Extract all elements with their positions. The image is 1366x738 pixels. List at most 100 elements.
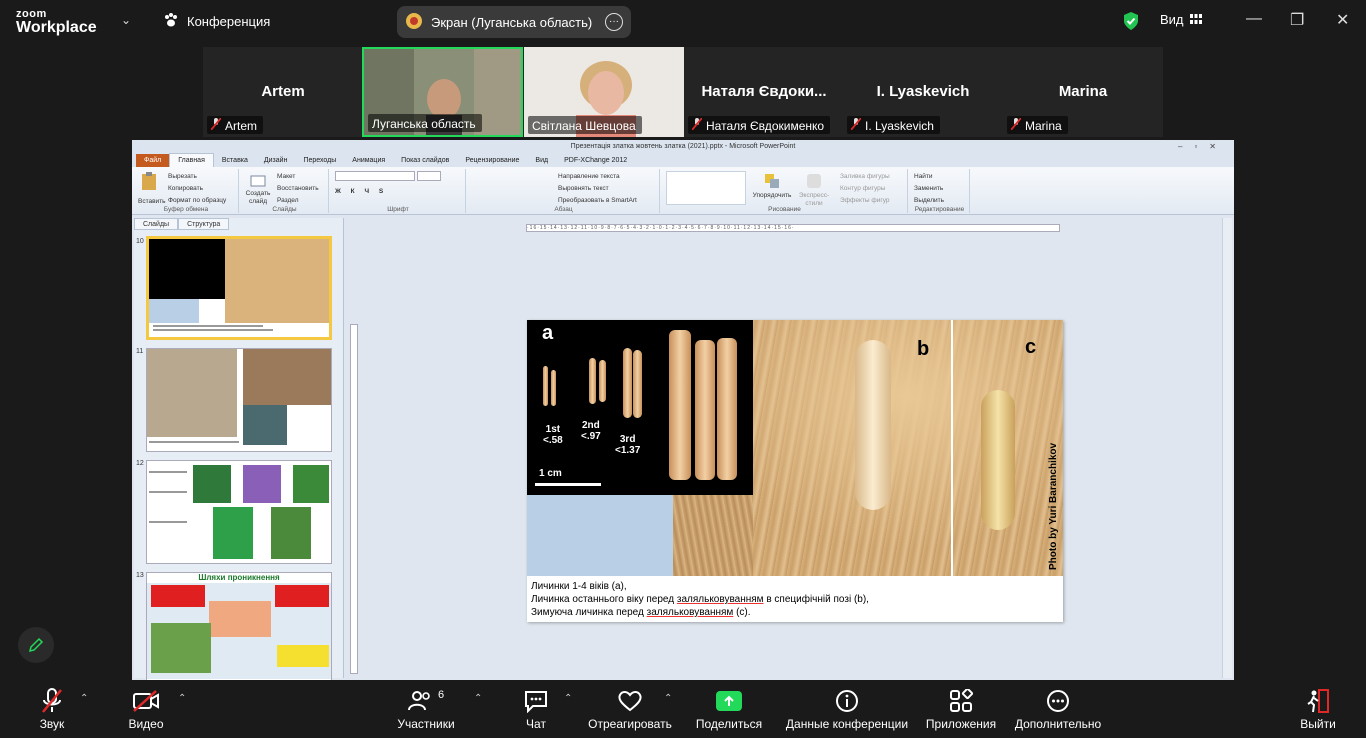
meeting-info-button[interactable]: Данные конференции xyxy=(782,687,912,731)
ppt-tab-file[interactable]: Файл xyxy=(136,154,170,167)
share-screen-button[interactable]: Поделиться xyxy=(692,687,766,731)
slide-thumbnail[interactable] xyxy=(146,348,332,452)
current-slide[interactable]: a b c 1st <.58 2nd <.97 3rd <1.37 1 cm P… xyxy=(527,320,1063,622)
apps-button[interactable]: Приложения xyxy=(922,687,1000,731)
replace-button[interactable]: Заменить xyxy=(914,183,944,195)
shape-fill-button[interactable]: Заливка фигуры xyxy=(840,171,890,183)
chat-button[interactable]: Чат xyxy=(516,687,556,731)
layout-button[interactable]: Макет xyxy=(277,171,319,183)
font-format-buttons[interactable]: Ж К Ч S xyxy=(335,186,441,198)
more-options-icon[interactable]: ··· xyxy=(605,13,623,31)
label-b: b xyxy=(917,338,930,360)
larva-stage-4 xyxy=(669,330,691,480)
grid-icon xyxy=(1189,12,1202,27)
arrange-button[interactable]: Упорядочить xyxy=(752,173,792,200)
slide-thumbnail[interactable] xyxy=(146,236,332,340)
label-a: a xyxy=(542,322,554,344)
find-button[interactable]: Найти xyxy=(914,171,944,183)
label-c: c xyxy=(1025,336,1037,358)
shared-screen[interactable]: Презентація златка жовтень златка (2021)… xyxy=(132,140,1234,680)
cut-button[interactable]: Вырезать xyxy=(168,171,226,183)
participant-tile[interactable]: I. Lyaskevich I. Lyaskevich xyxy=(843,47,1003,137)
larva-stage-3 xyxy=(623,348,632,418)
react-button[interactable]: Отреагировать xyxy=(584,687,676,731)
participant-video-tile[interactable]: Світлана Шевцова xyxy=(524,47,684,137)
slide-editor[interactable]: ·16·15·14·13·12·11·10·9·8·7·6·5·4·3·2·1·… xyxy=(348,218,1232,680)
ppt-tab-review[interactable]: Рецензирование xyxy=(457,154,527,167)
ppt-tab-animation[interactable]: Анимация xyxy=(344,154,393,167)
ppt-window-controls[interactable]: –▫✕ xyxy=(1178,140,1228,153)
font-size-input[interactable] xyxy=(416,171,441,181)
people-icon xyxy=(407,691,430,711)
leave-button[interactable]: Выйти xyxy=(1296,687,1340,731)
reset-button[interactable]: Восстановить xyxy=(277,183,319,195)
copy-button[interactable]: Копировать xyxy=(168,183,226,195)
larva-stage-4 xyxy=(695,340,715,480)
chevron-down-icon[interactable]: ⌄ xyxy=(121,13,131,27)
paw-icon xyxy=(163,12,179,31)
tab-outline[interactable]: Структура xyxy=(178,218,230,230)
audio-button[interactable]: Звук xyxy=(30,687,74,731)
ppt-tab-insert[interactable]: Вставка xyxy=(214,154,256,167)
video-button[interactable]: Видео xyxy=(122,687,170,731)
participant-tile[interactable]: Artem Artem xyxy=(203,47,363,137)
close-icon[interactable]: ✕ xyxy=(1336,10,1349,30)
ppt-ribbon-tabs: Файл Главная Вставка Дизайн Переходы Ани… xyxy=(132,153,1234,167)
paste-button[interactable]: Вставить xyxy=(138,171,166,208)
stage-2-label: 2nd <.97 xyxy=(581,420,601,442)
larva-stage-2 xyxy=(589,358,596,404)
screen-share-tab[interactable]: Экран (Луганська область) ··· xyxy=(397,6,631,38)
participant-tile[interactable]: Marina Marina xyxy=(1003,47,1163,137)
avatar-icon xyxy=(405,12,423,33)
camera-off-icon xyxy=(122,687,170,715)
minimize-icon[interactable]: — xyxy=(1246,10,1262,28)
thumbnail-preview xyxy=(147,349,331,451)
horizontal-ruler: ·16·15·14·13·12·11·10·9·8·7·6·5·4·3·2·1·… xyxy=(526,224,1060,232)
quick-styles-button[interactable]: Экспресс-стили xyxy=(794,173,834,208)
new-slide-button[interactable]: Создать слайд xyxy=(245,175,271,206)
vertical-scrollbar[interactable] xyxy=(1222,218,1232,678)
conference-tab[interactable]: Конференция xyxy=(163,12,270,31)
restore-icon[interactable]: ❐ xyxy=(1290,10,1304,30)
ppt-tab-transitions[interactable]: Переходы xyxy=(295,154,344,167)
heart-icon xyxy=(584,687,676,715)
exit-icon xyxy=(1296,687,1340,715)
shape-outline-button[interactable]: Контур фигуры xyxy=(840,183,890,195)
ppt-tab-design[interactable]: Дизайн xyxy=(256,154,296,167)
ppt-tab-home[interactable]: Главная xyxy=(169,153,214,167)
ppt-tab-view[interactable]: Вид xyxy=(527,154,556,167)
slide-thumbnail[interactable]: Шляхи проникнення xyxy=(146,572,332,680)
slide-thumbnail[interactable] xyxy=(146,460,332,564)
ribbon-group-clipboard: Вставить Вырезать Копировать Формат по о… xyxy=(134,169,239,213)
participants-options-caret[interactable]: ⌃ xyxy=(474,693,482,704)
more-button[interactable]: Дополнительно xyxy=(1012,687,1104,731)
participant-tile[interactable]: Наталя Євдоки... Наталя Євдокименко xyxy=(684,47,844,137)
text-direction-button[interactable]: Направление текста xyxy=(558,171,637,183)
participant-video-tile[interactable]: Луганська область xyxy=(362,47,523,137)
scale-bar xyxy=(535,483,601,486)
react-options-caret[interactable]: ⌃ xyxy=(664,693,672,704)
video-options-caret[interactable]: ⌃ xyxy=(178,693,186,704)
view-button[interactable]: Вид xyxy=(1160,12,1202,27)
participants-button[interactable]: 6 Участники xyxy=(392,687,460,731)
share-screen-icon xyxy=(716,691,742,711)
zoom-logo[interactable]: zoom Workplace xyxy=(16,8,97,36)
slide-thumbnails-pane: Слайды Структура 10 11 12 13 Шляхи прони… xyxy=(134,218,344,680)
font-name-input[interactable] xyxy=(335,171,415,181)
annotate-button[interactable] xyxy=(18,627,54,663)
ppt-tab-pdf[interactable]: PDF-XChange 2012 xyxy=(556,154,635,167)
ppt-tab-slideshow[interactable]: Показ слайдов xyxy=(393,154,457,167)
shapes-gallery[interactable] xyxy=(666,171,746,205)
scale-label: 1 cm xyxy=(539,468,562,479)
clipboard-icon xyxy=(142,172,156,190)
arrange-icon xyxy=(765,174,779,188)
tab-slides[interactable]: Слайды xyxy=(134,218,179,230)
security-shield-icon[interactable] xyxy=(1122,11,1140,36)
thumbnail-number: 10 xyxy=(136,238,144,245)
audio-options-caret[interactable]: ⌃ xyxy=(80,693,88,704)
align-text-button[interactable]: Выровнять текст xyxy=(558,183,637,195)
larva-stage-4 xyxy=(717,338,737,480)
chat-options-caret[interactable]: ⌃ xyxy=(564,693,572,704)
larva-c xyxy=(981,390,1015,530)
meeting-toolbar: Звук ⌃ Видео ⌃ 6 Участники ⌃ Чат ⌃ Отреа… xyxy=(0,681,1366,738)
